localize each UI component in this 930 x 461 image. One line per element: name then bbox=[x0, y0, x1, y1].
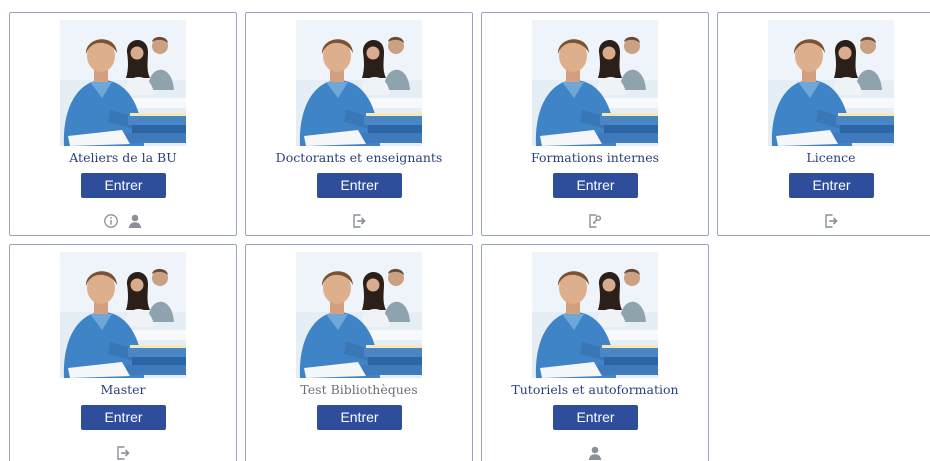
enter-button[interactable]: Entrer bbox=[317, 173, 402, 198]
login-icon[interactable] bbox=[115, 445, 131, 461]
students-photo bbox=[532, 20, 658, 146]
course-title[interactable]: Doctorants et enseignants bbox=[246, 150, 472, 165]
user-icon[interactable] bbox=[127, 213, 143, 229]
students-photo bbox=[296, 252, 422, 378]
enter-button[interactable]: Entrer bbox=[81, 405, 166, 430]
course-title[interactable]: Formations internes bbox=[482, 150, 708, 165]
login-icon[interactable] bbox=[351, 213, 367, 229]
course-image[interactable] bbox=[532, 252, 658, 378]
course-title[interactable]: Ateliers de la BU bbox=[10, 150, 236, 165]
course-image[interactable] bbox=[60, 252, 186, 378]
students-photo bbox=[768, 20, 894, 146]
course-title[interactable]: Tutoriels et autoformation bbox=[482, 382, 708, 397]
course-access-icons bbox=[718, 212, 930, 230]
students-photo bbox=[60, 20, 186, 146]
key-login-icon[interactable] bbox=[587, 213, 603, 229]
course-image[interactable] bbox=[296, 252, 422, 378]
course-access-icons bbox=[10, 444, 236, 461]
enter-button[interactable]: Entrer bbox=[81, 173, 166, 198]
user-icon[interactable] bbox=[587, 445, 603, 461]
course-access-icons bbox=[482, 212, 708, 230]
enter-button[interactable]: Entrer bbox=[789, 173, 874, 198]
enter-button[interactable]: Entrer bbox=[317, 405, 402, 430]
course-card-licence[interactable]: Licence Entrer bbox=[717, 12, 930, 236]
course-access-icons bbox=[482, 444, 708, 461]
course-image[interactable] bbox=[60, 20, 186, 146]
enter-button[interactable]: Entrer bbox=[553, 173, 638, 198]
course-card-tutoriels[interactable]: Tutoriels et autoformation Entrer bbox=[481, 244, 709, 461]
course-card-formations[interactable]: Formations internes Entrer bbox=[481, 12, 709, 236]
students-photo bbox=[60, 252, 186, 378]
course-title[interactable]: Test Bibliothèques bbox=[246, 382, 472, 397]
course-image[interactable] bbox=[296, 20, 422, 146]
course-title[interactable]: Licence bbox=[718, 150, 930, 165]
course-card-test-bibliotheques[interactable]: Test Bibliothèques Entrer bbox=[245, 244, 473, 461]
login-icon[interactable] bbox=[823, 213, 839, 229]
course-card-master[interactable]: Master Entrer bbox=[9, 244, 237, 461]
course-card-ateliers[interactable]: Ateliers de la BU Entrer bbox=[9, 12, 237, 236]
course-card-doctorants[interactable]: Doctorants et enseignants Entrer bbox=[245, 12, 473, 236]
enter-button[interactable]: Entrer bbox=[553, 405, 638, 430]
course-image[interactable] bbox=[768, 20, 894, 146]
students-photo bbox=[532, 252, 658, 378]
students-photo bbox=[296, 20, 422, 146]
course-title[interactable]: Master bbox=[10, 382, 236, 397]
course-image[interactable] bbox=[532, 20, 658, 146]
info-icon[interactable] bbox=[103, 213, 119, 229]
course-access-icons bbox=[246, 212, 472, 230]
course-access-icons bbox=[10, 212, 236, 230]
